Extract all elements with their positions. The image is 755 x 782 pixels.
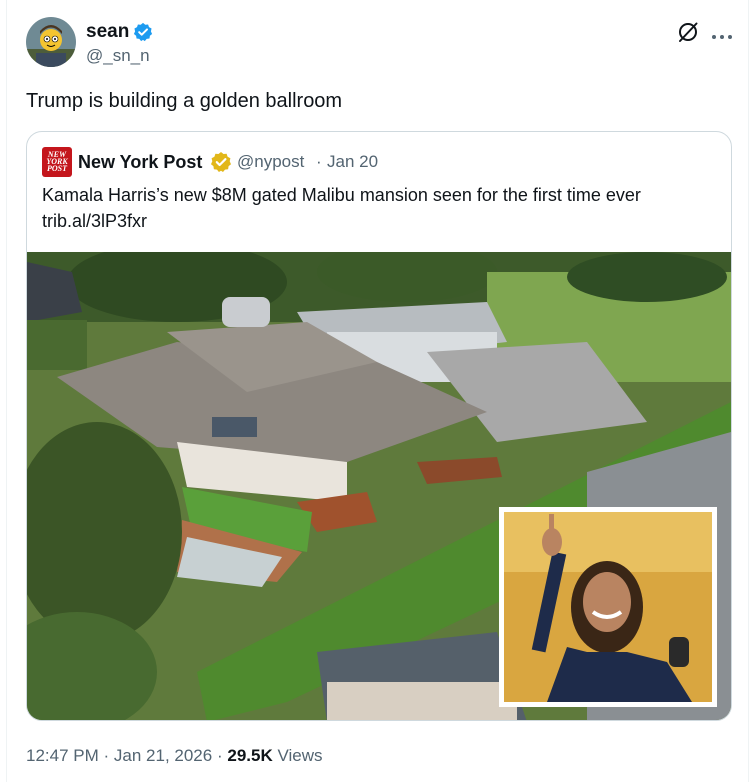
- timeline-border-right: [748, 0, 749, 782]
- grok-icon[interactable]: [676, 20, 700, 44]
- quoted-text-line: Kamala Harris’s new $8M gated Malibu man…: [42, 185, 641, 205]
- quoted-post-text: Kamala Harris’s new $8M gated Malibu man…: [42, 182, 722, 234]
- logo-text-line: POST: [47, 164, 67, 173]
- post-time[interactable]: 12:47 PM: [26, 743, 99, 769]
- avatar[interactable]: [26, 17, 76, 67]
- author-handle[interactable]: @_sn_n: [86, 45, 150, 67]
- nypost-logo[interactable]: NEW YORK POST: [42, 147, 72, 177]
- more-icon[interactable]: [710, 28, 734, 39]
- quoted-link[interactable]: trib.al/3lP3fxr: [42, 211, 147, 231]
- quoted-post[interactable]: NEW YORK POST New York Post @nypost · Ja…: [26, 131, 732, 721]
- quoted-author-handle[interactable]: @nypost: [237, 151, 304, 173]
- post-text: Trump is building a golden ballroom: [26, 90, 343, 112]
- verified-badge-icon: [210, 151, 232, 173]
- views-label: Views: [277, 746, 323, 765]
- quoted-post-image[interactable]: [27, 242, 731, 720]
- post-date[interactable]: Jan 21, 2026: [114, 743, 212, 769]
- quoted-post-date[interactable]: Jan 20: [327, 151, 378, 173]
- timeline-border-left: [6, 0, 7, 782]
- author-name[interactable]: sean: [86, 20, 129, 44]
- separator-dot: ·: [103, 746, 110, 765]
- separator-dot: ·: [316, 152, 322, 171]
- views-count[interactable]: 29.5K: [227, 743, 272, 769]
- quoted-author-name[interactable]: New York Post: [78, 151, 202, 173]
- separator-dot: ·: [216, 746, 223, 765]
- verified-badge-icon: [133, 22, 153, 42]
- post-meta: 12:47 PM · Jan 21, 2026 · 29.5K Views: [26, 743, 323, 769]
